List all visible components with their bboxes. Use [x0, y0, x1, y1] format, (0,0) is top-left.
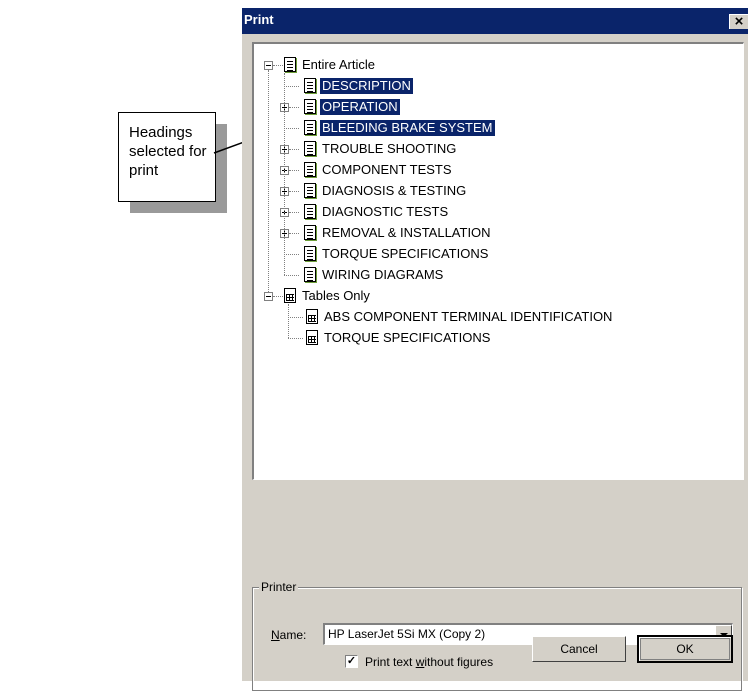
print-dialog: Print × Entire Article DESCRIPTION OPERATI…: [242, 8, 748, 691]
document-icon: [304, 246, 316, 261]
document-icon: [304, 141, 316, 156]
tree-connector: [284, 254, 299, 255]
tree-connector: [273, 65, 283, 66]
table-icon: [284, 288, 296, 303]
tree-connector: [288, 338, 303, 339]
tree-item-label: REMOVAL & INSTALLATION: [322, 225, 491, 240]
tree-root-label: Entire Article: [302, 57, 375, 72]
ok-button[interactable]: OK: [637, 635, 733, 663]
table-icon: [306, 330, 318, 345]
close-icon: ×: [734, 14, 744, 29]
tree-item-label: DIAGNOSIS & TESTING: [322, 183, 467, 198]
printer-group-label: Printer: [259, 580, 299, 594]
title-bar: Print ×: [242, 8, 748, 34]
tree-root-label: Tables Only: [302, 288, 370, 303]
tree-item-label: WIRING DIAGRAMS: [322, 267, 444, 282]
document-icon: [304, 162, 316, 177]
printer-name-label: Name:: [271, 628, 307, 642]
tree-item-label: DESCRIPTION: [319, 77, 414, 95]
tree-item-label: BLEEDING BRAKE SYSTEM: [319, 119, 496, 137]
tree-connector: [284, 128, 299, 129]
tree-connector: [289, 107, 299, 108]
document-icon: [304, 267, 316, 282]
document-icon: [304, 183, 316, 198]
tree-connector: [288, 317, 303, 318]
printer-name-value: HP LaserJet 5Si MX (Copy 2): [328, 627, 486, 641]
article-tree[interactable]: Entire Article DESCRIPTION OPERATION BLEEDI…: [252, 42, 744, 480]
cancel-button[interactable]: Cancel: [532, 636, 626, 662]
tree-connector: [289, 191, 299, 192]
tree-item-label: TORQUE SPECIFICATIONS: [324, 330, 491, 345]
tree-connector: [268, 70, 269, 292]
tree-connector: [273, 296, 283, 297]
document-icon: [304, 120, 316, 135]
tree-connector: [284, 275, 299, 276]
document-icon: [284, 57, 296, 72]
tree-item-label: TORQUE SPECIFICATIONS: [322, 246, 489, 261]
collapse-entire-article-icon[interactable]: [264, 61, 273, 70]
tree-connector: [289, 170, 299, 171]
tree-connector: [284, 73, 285, 275]
tree-connector: [289, 212, 299, 213]
table-icon: [306, 309, 318, 324]
tree-connector: [288, 304, 289, 338]
tree-connector: [289, 233, 299, 234]
close-button[interactable]: ×: [729, 14, 748, 29]
print-text-without-figures-checkbox[interactable]: ✓: [345, 655, 358, 668]
print-text-without-figures-label[interactable]: Print text without figures: [365, 655, 493, 669]
tree-item-label: TROUBLE SHOOTING: [322, 141, 457, 156]
document-icon: [304, 225, 316, 240]
tree-item-label: OPERATION: [319, 98, 401, 116]
document-icon: [304, 78, 316, 93]
tree-item-label: DIAGNOSTIC TESTS: [322, 204, 449, 219]
document-icon: [304, 99, 316, 114]
dialog-title: Print: [244, 12, 274, 27]
tree-item-label: COMPONENT TESTS: [322, 162, 452, 177]
tree-connector: [289, 149, 299, 150]
collapse-tables-only-icon[interactable]: [264, 292, 273, 301]
document-icon: [304, 204, 316, 219]
tree-item-label: ABS COMPONENT TERMINAL IDENTIFICATION: [324, 309, 613, 324]
tree-connector: [284, 86, 299, 87]
